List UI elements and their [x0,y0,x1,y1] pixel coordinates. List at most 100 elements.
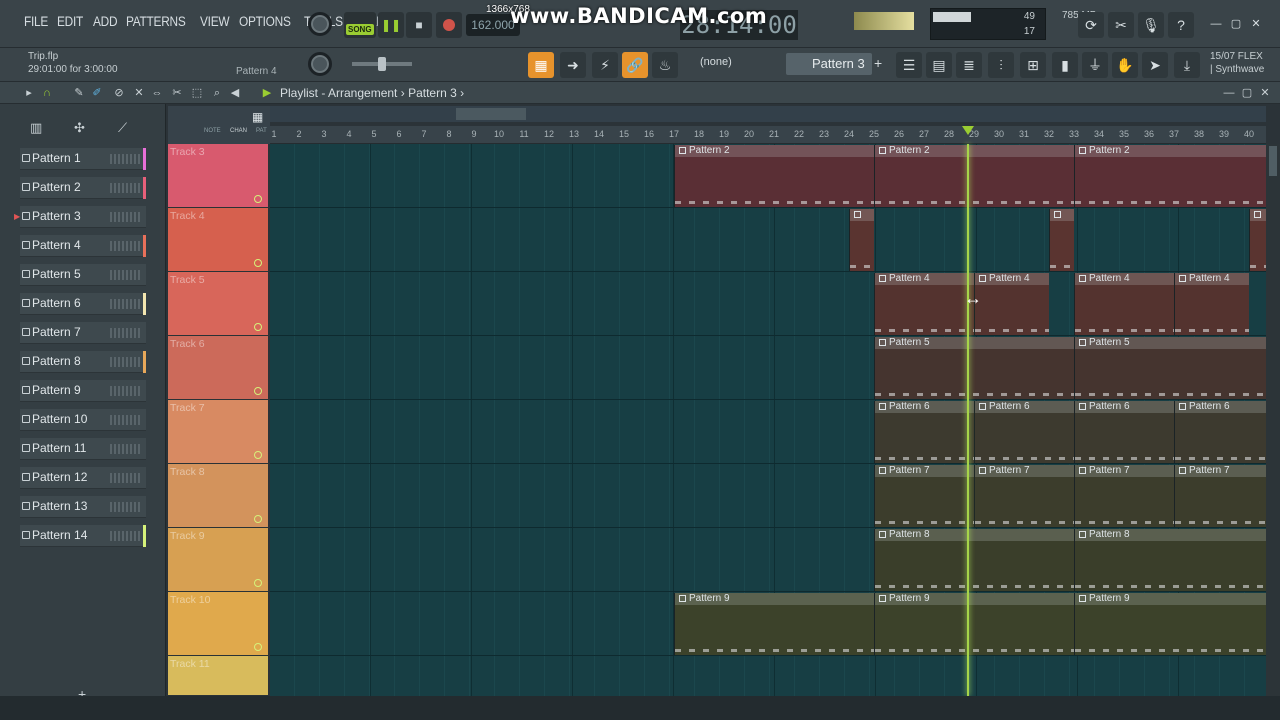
playlist-clip[interactable]: Pattern 9 [674,593,874,655]
pencil-tool-icon[interactable]: ✎ [72,86,86,100]
magnet-icon[interactable]: ∩ [40,86,54,100]
mic-button[interactable]: 🎙 [1138,12,1164,38]
add-pattern-button[interactable]: + [874,55,882,71]
touch-controller-button[interactable]: ✋ [1112,52,1138,78]
playlist-clip[interactable]: Pattern 8 [1074,529,1266,591]
pattern-item-13[interactable]: Pattern 13 [20,496,146,518]
playlist-clip[interactable]: Pattern 4 [1074,273,1174,335]
playback-tool-icon[interactable]: ◀ [228,86,242,100]
playlist-clip[interactable]: Pattern 9 [1074,593,1266,655]
piano-icon[interactable]: ▥ [30,120,42,136]
automation-icon[interactable]: ⟋ [118,120,127,136]
playlist-clip[interactable]: Pattern 4 [1174,273,1249,335]
track-mute-led[interactable] [254,579,262,587]
slice-tool-icon[interactable]: ✂ [170,86,184,100]
arrow-tool-button[interactable]: ➤ [1142,52,1168,78]
playhead-marker[interactable] [962,126,974,135]
scroll-thumb[interactable] [456,108,526,120]
pattern-item-9[interactable]: Pattern 9 [20,380,146,402]
track-mute-led[interactable] [254,259,262,267]
playlist-clip[interactable]: Pattern 7 [874,465,974,527]
playlist-maximize-icon[interactable]: ▢ [1240,86,1254,100]
playlist-clip[interactable]: Pattern 9 [874,593,1074,655]
menu-options[interactable]: OPTIONS [239,14,291,29]
close-button[interactable]: ✕ [1248,16,1264,32]
track-mute-led[interactable] [254,515,262,523]
track-grid-icon[interactable]: ▦ [252,110,263,124]
paint-brush-icon[interactable]: ✐ [90,86,104,100]
playlist-grid[interactable]: Pattern 2 Pattern 2 Pattern 2 Pattern 4 Patt… [270,144,1266,696]
typing-keyboard-button[interactable]: ▦ [528,52,554,78]
select-tool-icon[interactable]: ⬚ [190,86,204,100]
playlist-clip[interactable]: Pattern 2 [874,145,1074,207]
playlist-clip[interactable]: Pattern 6 [1174,401,1266,463]
playlist-clip[interactable]: Pattern 6 [874,401,974,463]
channel-rack-button[interactable]: ≣ [956,52,982,78]
playlist-clip[interactable]: Pattern 5 [874,337,1074,399]
pattern-item-5[interactable]: Pattern 5 [20,264,146,286]
main-volume-slider[interactable] [352,57,412,71]
playlist-clip[interactable]: Pattern 8 [874,529,1074,591]
track-mute-led[interactable] [254,195,262,203]
pattern-item-14[interactable]: Pattern 14 [20,525,146,547]
link-button[interactable]: 🔗 [622,52,648,78]
track-mute-led[interactable] [254,323,262,331]
pattern-item-4[interactable]: Pattern 4 [20,235,146,257]
browser-button[interactable]: ⊞ [1020,52,1046,78]
audio-icon[interactable]: ✣ [74,120,85,136]
options-arrow-icon[interactable]: ▸ [22,86,36,100]
zoom-tool-icon[interactable]: ⌕ [210,86,224,100]
pattern-item-3[interactable]: Pattern 3 [20,206,146,228]
stop-button[interactable]: ■ [406,12,432,38]
vertical-scrollbar[interactable] [1266,144,1280,696]
playlist-window-button[interactable]: ☰ [896,52,922,78]
pattern-selector[interactable]: Pattern 3 [786,53,872,75]
delete-tool-icon[interactable]: ⊘ [112,86,126,100]
track-header[interactable]: Track 8 [168,464,268,528]
track-mute-led[interactable] [254,643,262,651]
tools-button[interactable]: ✂ [1108,12,1134,38]
pattern-item-11[interactable]: Pattern 11 [20,438,146,460]
track-header[interactable]: Track 5 [168,272,268,336]
track-header[interactable]: Track 7 [168,400,268,464]
step-edit-button[interactable]: ➜ [560,52,586,78]
pattern-item-8[interactable]: Pattern 8 [20,351,146,373]
playlist-clip[interactable]: Pattern 7 [1174,465,1266,527]
pattern-item-1[interactable]: Pattern 1 [20,148,146,170]
metronome-button[interactable]: ⚡ [592,52,618,78]
playlist-clip[interactable]: Pattern 4 [974,273,1049,335]
playlist-close-icon[interactable]: ✕ [1258,86,1272,100]
breadcrumb-pattern[interactable]: Pattern 3 [408,86,457,100]
track-header[interactable]: Track 4 [168,208,268,272]
pause-button[interactable]: ❚❚ [378,12,404,38]
playlist-clip[interactable] [1249,209,1266,271]
playlist-clip[interactable]: Pattern 6 [1074,401,1174,463]
menu-view[interactable]: VIEW [200,14,230,29]
playlist-clip[interactable]: Pattern 4 [874,273,974,335]
menu-add[interactable]: ADD [93,14,118,29]
pattern-item-7[interactable]: Pattern 7 [20,322,146,344]
file-button[interactable]: ▮ [1052,52,1078,78]
countdown-button[interactable]: ♨ [652,52,678,78]
track-header[interactable]: Track 10 [168,592,268,656]
help-button[interactable]: ? [1168,12,1194,38]
pattern-item-6[interactable]: Pattern 6 [20,293,146,315]
playlist-clip[interactable] [849,209,874,271]
playlist-clip[interactable]: Pattern 7 [974,465,1074,527]
playlist-clip[interactable]: Pattern 2 [674,145,874,207]
mixer-button[interactable]: ⫶ [988,52,1014,78]
pattern-song-toggle[interactable]: SONG [344,12,376,38]
track-header[interactable]: Track 3 [168,144,268,208]
master-pitch-knob[interactable] [308,52,332,76]
menu-patterns[interactable]: PATTERNS [126,14,186,29]
record-button[interactable] [436,12,462,38]
pattern-item-10[interactable]: Pattern 10 [20,409,146,431]
playlist-clip[interactable]: Pattern 7 [1074,465,1174,527]
mute-tool-icon[interactable]: ✕ [132,86,146,100]
menu-edit[interactable]: EDIT [57,14,83,29]
slip-tool-icon[interactable]: ⇔ [150,86,164,100]
pattern-item-12[interactable]: Pattern 12 [20,467,146,489]
snap-selector[interactable]: (none) [700,56,758,74]
playlist-clip[interactable]: Pattern 5 [1074,337,1266,399]
vertical-scroll-thumb[interactable] [1269,146,1277,176]
